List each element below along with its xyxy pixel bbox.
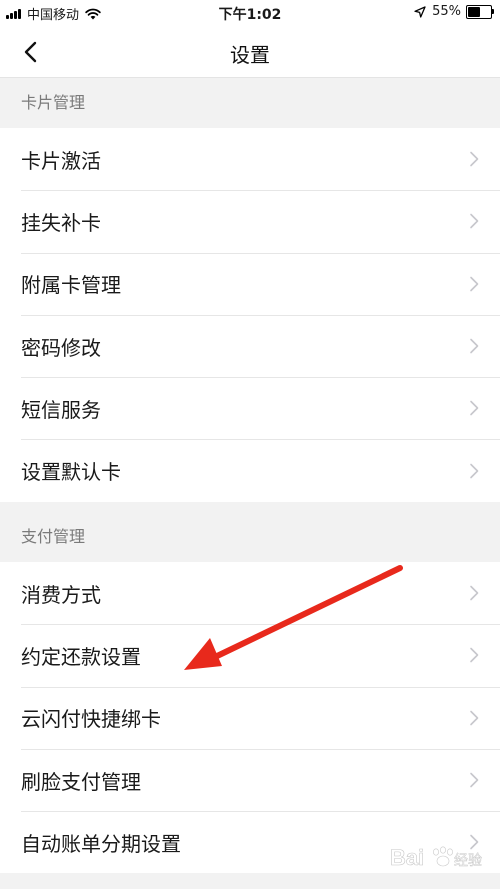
chevron-right-icon: [470, 151, 479, 167]
card-management-list: 卡片激活 挂失补卡 附属卡管理 密码修改 短信服务 设置默认卡: [0, 128, 500, 502]
chevron-right-icon: [470, 772, 479, 788]
chevron-right-icon: [470, 214, 479, 229]
list-item-card-activation[interactable]: 卡片激活: [0, 128, 500, 190]
section-header-payment-management: 支付管理: [0, 512, 500, 562]
list-item-label: 密码修改: [21, 335, 101, 360]
list-item-supplementary-card[interactable]: 附属卡管理: [0, 252, 500, 315]
list-item-label: 设置默认卡: [21, 460, 121, 485]
list-item-label: 自动账单分期设置: [21, 831, 181, 856]
list-item-quickpass-binding[interactable]: 云闪付快捷绑卡: [0, 686, 500, 749]
list-item-label: 刷脸支付管理: [21, 769, 141, 794]
baidu-paw-icon: Bai 经验: [390, 845, 483, 871]
list-item-label: 卡片激活: [21, 148, 101, 173]
chevron-right-icon: [470, 338, 479, 354]
svg-text:经验: 经验: [454, 853, 482, 869]
battery-fill: [468, 6, 481, 17]
payment-management-list: 消费方式 约定还款设置 云闪付快捷绑卡 刷脸支付管理 自动账单分期设置: [0, 562, 500, 874]
list-item-password-change[interactable]: 密码修改: [0, 314, 500, 377]
battery-percentage: 55%: [432, 4, 461, 19]
list-item-sms-service[interactable]: 短信服务: [0, 377, 500, 439]
chevron-right-icon: [470, 710, 479, 726]
navigation-bar: 设置: [0, 26, 500, 78]
chevron-left-icon: [24, 41, 37, 63]
list-item-label: 消费方式: [21, 582, 101, 607]
back-button[interactable]: [14, 36, 46, 68]
page-title: 设置: [230, 43, 270, 67]
list-item-label: 附属卡管理: [21, 273, 121, 298]
chevron-right-icon: [470, 401, 479, 416]
status-right: 55%: [414, 4, 494, 19]
chevron-right-icon: [470, 648, 479, 663]
list-item-face-payment[interactable]: 刷脸支付管理: [0, 748, 500, 811]
status-bar: 中国移动 下午1:02 55%: [0, 0, 500, 26]
list-item-label: 约定还款设置: [21, 644, 141, 669]
list-item-agreed-repayment[interactable]: 约定还款设置: [0, 624, 500, 686]
svg-text:Bai: Bai: [390, 845, 424, 870]
chevron-right-icon: [470, 276, 479, 292]
chevron-right-icon: [470, 585, 479, 601]
list-item-default-card[interactable]: 设置默认卡: [0, 439, 500, 501]
list-item-label: 短信服务: [21, 397, 101, 422]
list-item-consumption-method[interactable]: 消费方式: [0, 562, 500, 624]
battery-icon: [466, 4, 494, 19]
list-item-report-loss[interactable]: 挂失补卡: [0, 190, 500, 252]
list-item-label: 挂失补卡: [21, 210, 101, 235]
list-item-label: 云闪付快捷绑卡: [21, 707, 161, 732]
baidu-watermark: Bai 经验: [388, 840, 488, 880]
location-arrow-icon: [414, 5, 426, 18]
chevron-right-icon: [470, 463, 479, 478]
section-header-card-management: 卡片管理: [0, 78, 500, 128]
